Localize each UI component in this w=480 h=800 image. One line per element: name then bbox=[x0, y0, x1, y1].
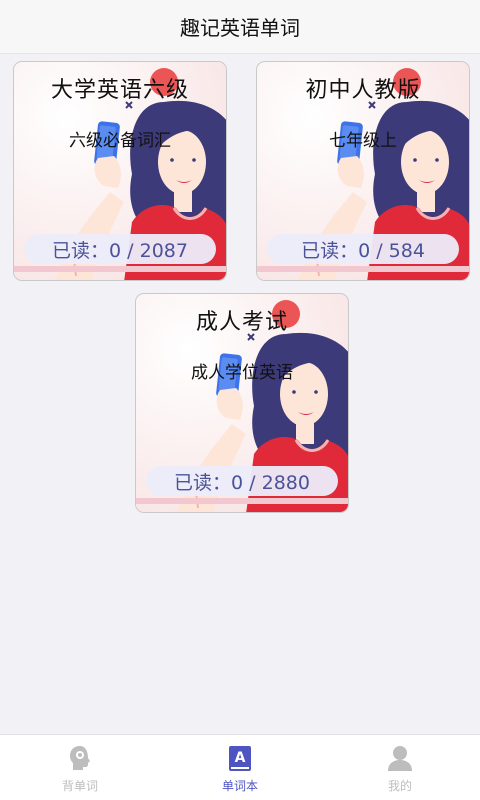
tab-label: 背单词 bbox=[61, 779, 98, 793]
head-icon bbox=[70, 746, 90, 770]
tab-label: 单词本 bbox=[221, 779, 258, 793]
book-icon: A bbox=[229, 746, 251, 771]
book-title: 大学英语六级 bbox=[50, 78, 189, 103]
svg-text:A: A bbox=[235, 750, 246, 766]
read-progress: 已读：0 / 2880 bbox=[146, 466, 338, 496]
book-card-adult-exam[interactable]: 成人考试 成人学位英语 已读：0 / 2880 bbox=[135, 293, 349, 513]
book-title: 初中人教版 bbox=[305, 78, 421, 103]
book-card-cet6[interactable]: 大学英语六级 六级必备词汇 已读：0 / 2087 bbox=[13, 61, 227, 281]
app-header: 趣记英语单词 bbox=[0, 0, 480, 54]
bottom-tab-bar: 背单词 A 单词本 我的 bbox=[0, 734, 480, 800]
read-progress: 已读：0 / 584 bbox=[267, 234, 459, 264]
user-icon bbox=[388, 746, 412, 771]
tab-wordbook[interactable]: A 单词本 bbox=[160, 735, 320, 800]
book-title: 成人考试 bbox=[195, 310, 288, 335]
page-title: 趣记英语单词 bbox=[180, 16, 300, 40]
tab-mine[interactable]: 我的 bbox=[320, 735, 480, 800]
book-subtitle: 七年级上 bbox=[329, 131, 397, 151]
book-subtitle: 六级必备词汇 bbox=[69, 131, 171, 151]
tab-memorize[interactable]: 背单词 bbox=[0, 735, 160, 800]
tab-label: 我的 bbox=[387, 779, 412, 793]
book-subtitle: 成人学位英语 bbox=[191, 363, 293, 383]
read-progress: 已读：0 / 2087 bbox=[24, 234, 216, 264]
book-card-junior-pep[interactable]: 初中人教版 七年级上 已读：0 / 584 bbox=[256, 61, 470, 281]
